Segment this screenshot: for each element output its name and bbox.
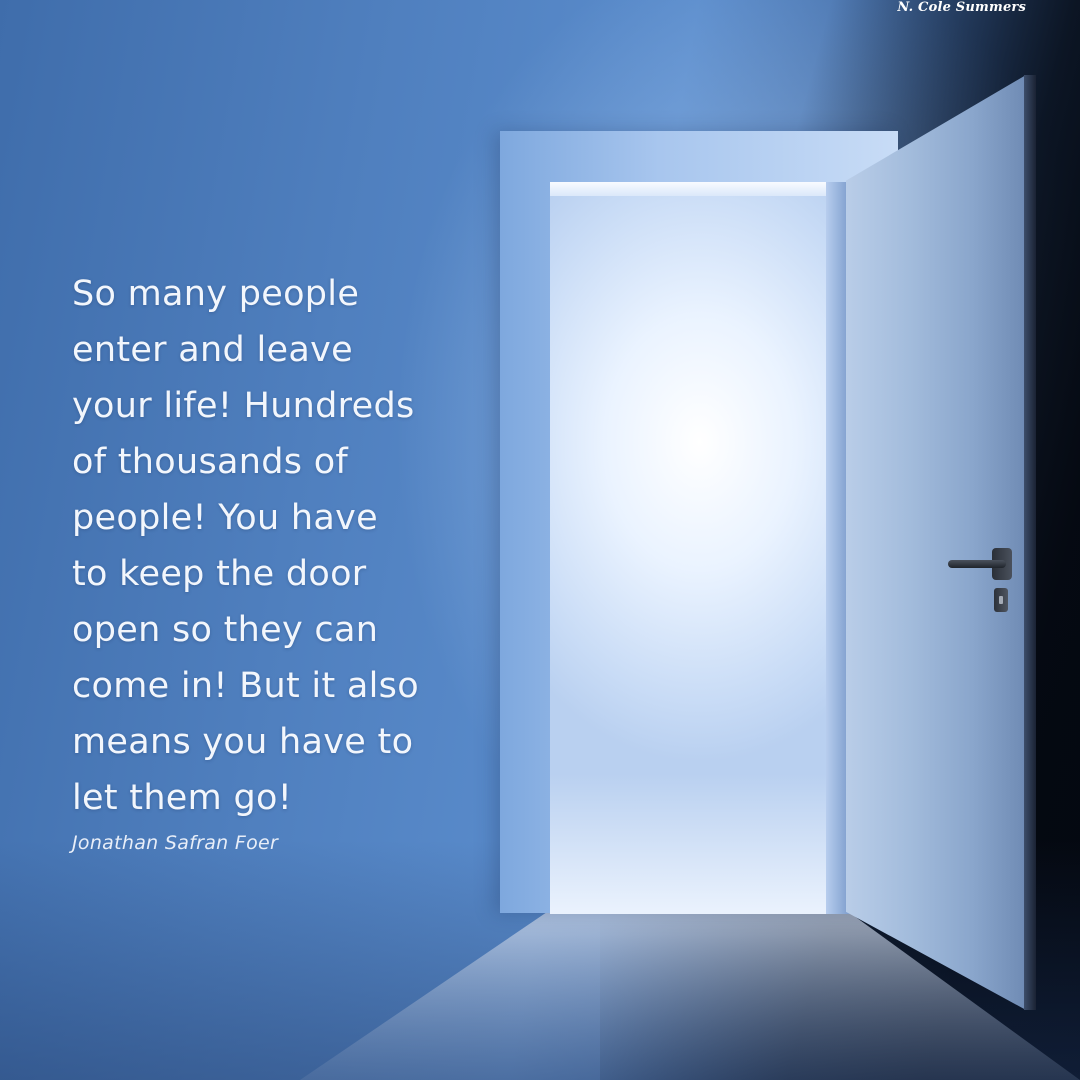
- door-handle-icon: [948, 560, 1006, 568]
- quote-text: So many people enter and leave your life…: [72, 274, 419, 818]
- quote-image: So many people enter and leave your life…: [0, 0, 1080, 1080]
- open-door-icon: [846, 75, 1026, 1010]
- door-edge: [1024, 75, 1036, 1010]
- doorway-light: [550, 182, 846, 914]
- watermark: N. Cole Summers: [897, 0, 1026, 15]
- door-lock-icon: [994, 588, 1008, 612]
- quote-author: Jonathan Safran Foer: [72, 832, 279, 854]
